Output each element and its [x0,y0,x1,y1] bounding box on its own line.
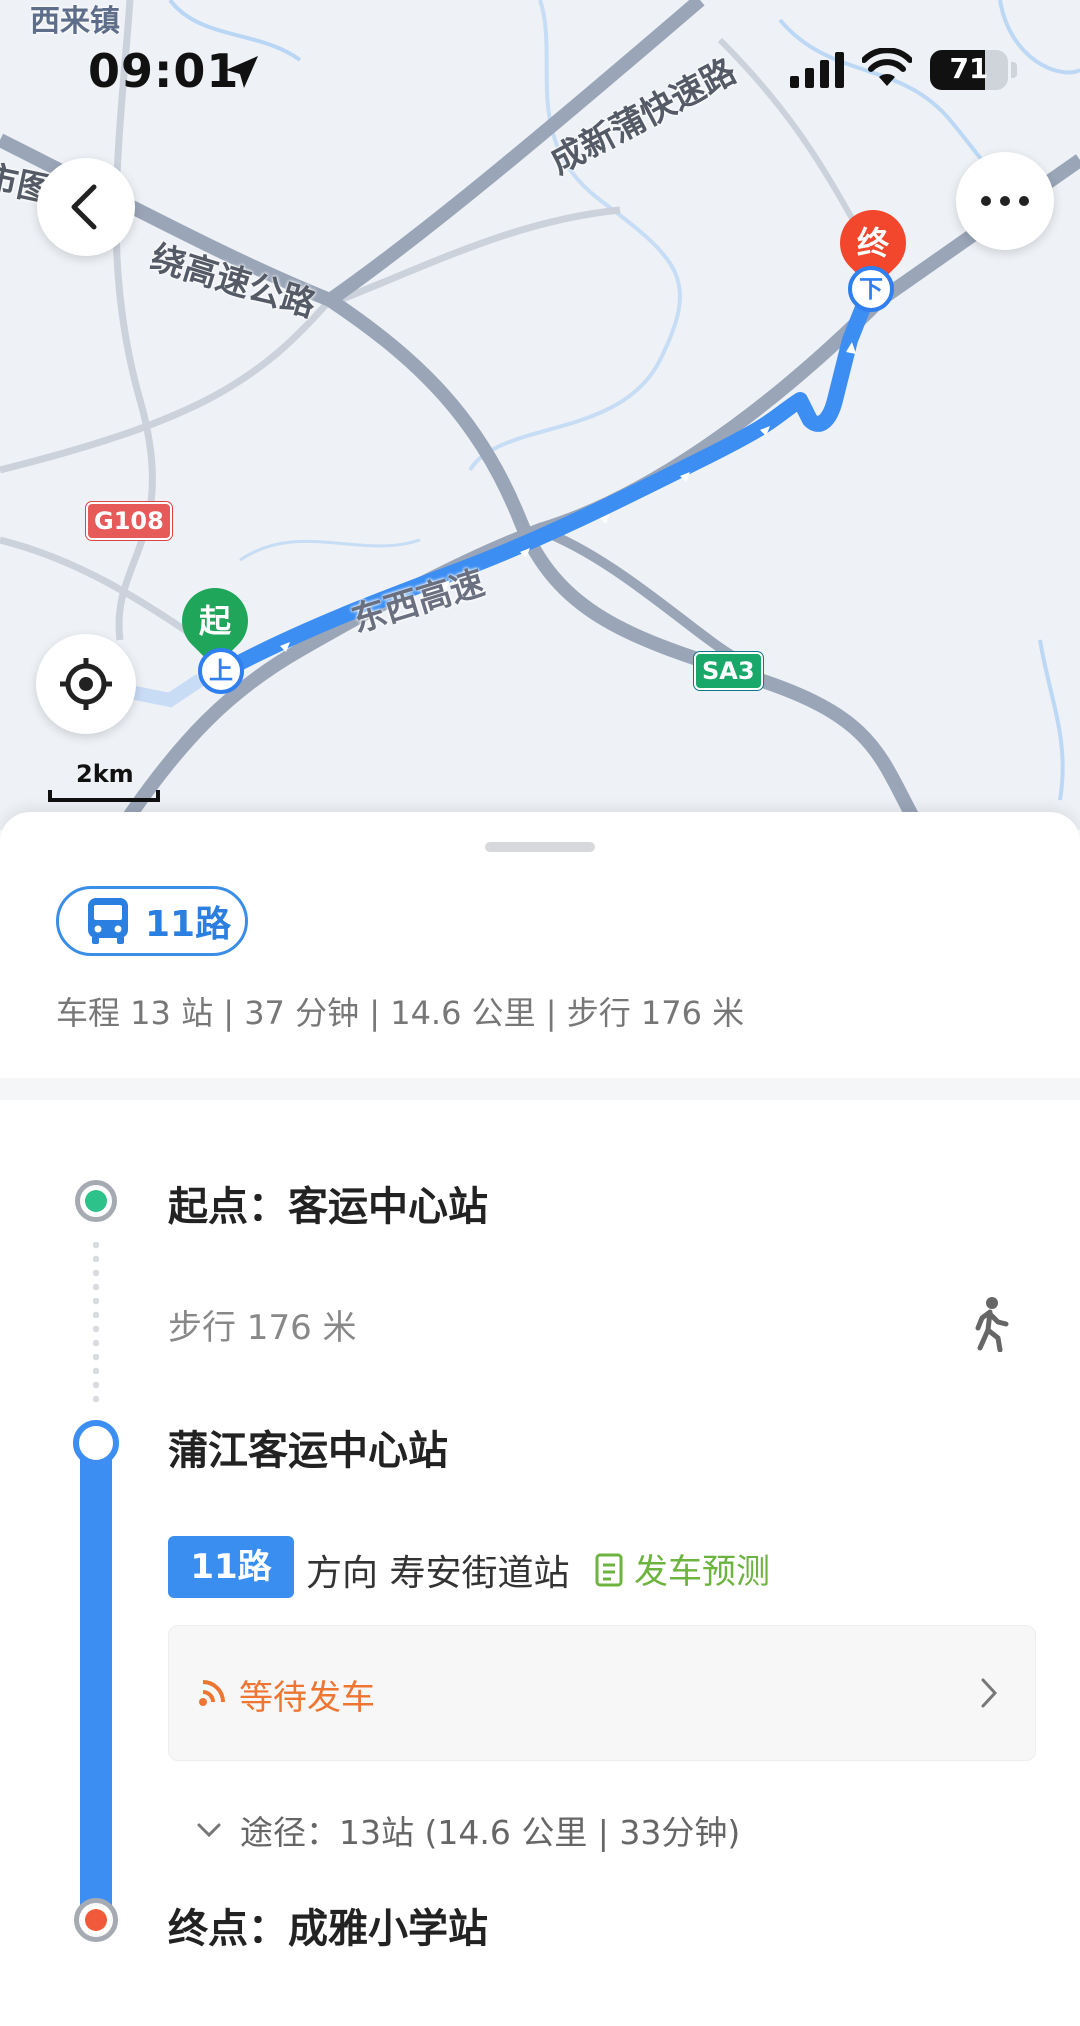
bus-line-chip[interactable]: 11路 [56,886,248,956]
battery-tip [1011,62,1017,78]
chevron-right-icon [981,1678,998,1708]
bus-icon [88,898,128,944]
wifi-icon [862,48,912,86]
end-label: 终点：成雅小学站 [168,1906,488,1952]
more-button[interactable] [956,152,1054,250]
road-shield-g108: G108 [86,502,172,540]
board-marker: 上 [198,648,244,694]
bus-route-line [80,1442,112,1922]
via-stops-toggle[interactable]: 途径：13站 (14.6 公里 | 33分钟) [196,1806,740,1854]
sheet-drag-handle[interactable] [485,842,595,852]
departure-forecast-link[interactable]: 发车预测 [594,1544,770,1593]
status-bar: 09:01 71 [0,0,1080,140]
map-scale-bar [48,790,160,802]
section-divider [0,1078,1080,1100]
battery-icon: 71 [930,50,1008,90]
battery-level: 71 [949,52,989,85]
forecast-label: 发车预测 [634,1552,770,1592]
walk-distance: 步行 176 米 [168,1308,357,1348]
end-node [74,1898,118,1942]
start-pin-label: 起 [198,602,231,640]
wait-status: 等待发车 [239,1678,375,1718]
end-pin-label: 终 [856,224,889,262]
via-stops-text: 途径：13站 (14.6 公里 | 33分钟) [240,1813,741,1852]
departure-status-card[interactable]: 等待发车 [168,1625,1036,1761]
clipboard-icon [595,1553,623,1586]
realtime-signal-icon [199,1680,225,1706]
back-icon [71,184,97,230]
more-icon [981,196,1029,206]
walking-person-icon [975,1297,1009,1352]
status-time: 09:01 [88,44,240,98]
chevron-down-icon [197,1823,221,1838]
start-label: 起点：客运中心站 [168,1184,488,1230]
bus-line-name: 11路 [145,904,232,945]
signal-icon [790,52,844,88]
line-badge: 11路 [168,1536,294,1598]
line-direction: 方向 寿安街道站 [306,1553,570,1594]
map-scale-label: 2km [76,760,134,788]
board-node [73,1420,119,1466]
locate-button[interactable] [36,634,136,734]
alight-marker: 下 [848,266,894,312]
road-shield-sa3: SA3 [694,652,763,690]
map-view[interactable]: 西来镇 市图 绕高速公路 成新蒲快速路 东西高速 G108 SA3 起 上 终 … [0,0,1080,830]
route-summary: 车程 13 站 | 37 分钟 | 14.6 公里 | 步行 176 米 [56,994,745,1032]
start-node [75,1180,117,1222]
walk-dotted-line [93,1238,99,1403]
location-arrow-icon [226,56,258,88]
back-button[interactable] [37,158,135,256]
board-stop-name: 蒲江客运中心站 [168,1428,448,1474]
locate-icon [60,658,112,710]
